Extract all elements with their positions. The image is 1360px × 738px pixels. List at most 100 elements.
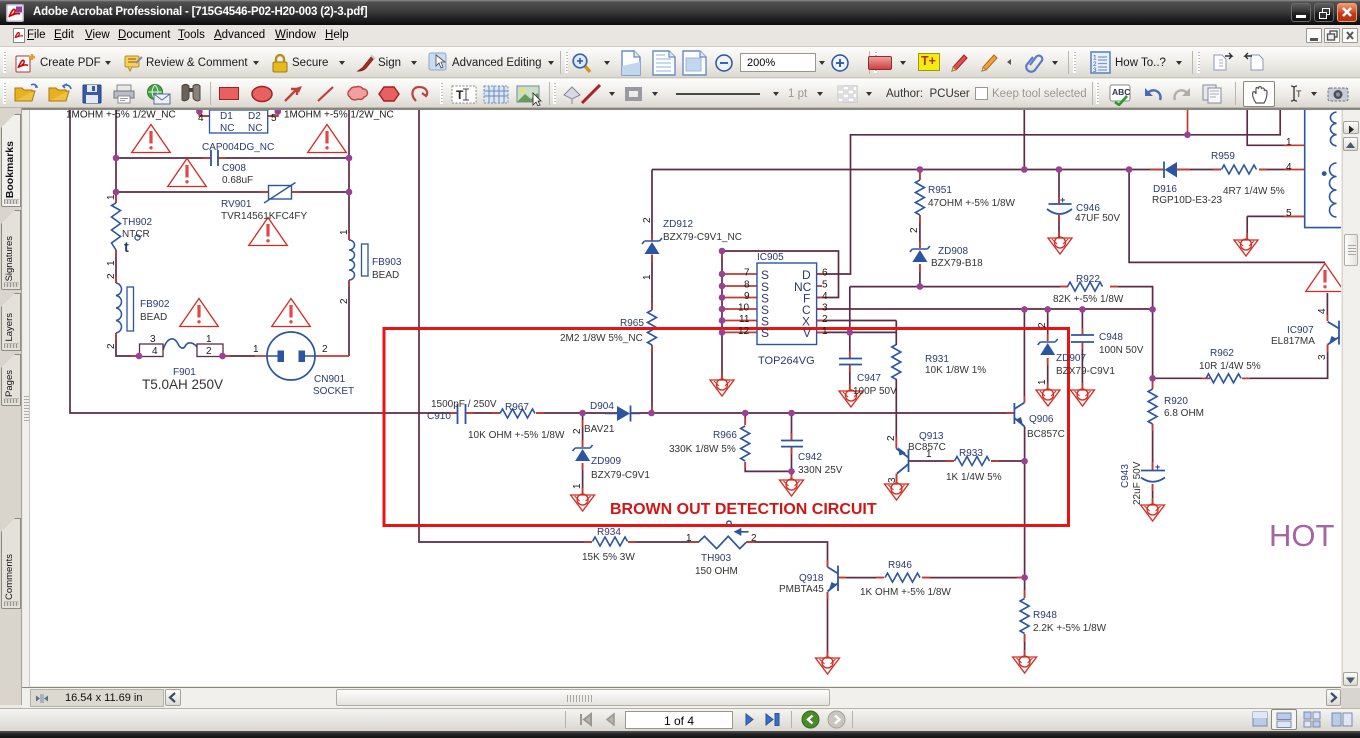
svg-text:1K OHM +-5% 1/8W: 1K OHM +-5% 1/8W bbox=[860, 587, 951, 598]
svg-text:330K 1/8W 5%: 330K 1/8W 5% bbox=[669, 444, 736, 455]
svg-text:CAP004DG_NC: CAP004DG_NC bbox=[202, 142, 274, 153]
svg-text:4: 4 bbox=[1286, 162, 1292, 173]
svg-text:ZD907: ZD907 bbox=[1056, 353, 1086, 364]
svg-text:2: 2 bbox=[822, 314, 828, 325]
svg-text:C910: C910 bbox=[427, 411, 451, 422]
svg-text:1MOHM +-5% 1/2W_NC: 1MOHM +-5% 1/2W_NC bbox=[66, 110, 176, 121]
svg-text:t: t bbox=[124, 240, 129, 256]
svg-text:3: 3 bbox=[1093, 67, 1097, 74]
svg-text:1: 1 bbox=[339, 229, 350, 235]
svg-text:BC857C: BC857C bbox=[1027, 429, 1065, 440]
svg-text:PMBTA45: PMBTA45 bbox=[779, 584, 824, 595]
svg-text:2: 2 bbox=[909, 227, 920, 233]
svg-text:D1: D1 bbox=[220, 111, 233, 122]
svg-text:T: T bbox=[1296, 89, 1302, 99]
svg-text:BEAD: BEAD bbox=[140, 312, 167, 323]
svg-text:2: 2 bbox=[106, 343, 117, 349]
svg-text:1: 1 bbox=[253, 344, 259, 355]
svg-text:TH902: TH902 bbox=[122, 217, 152, 228]
svg-text:ABC: ABC bbox=[1112, 87, 1130, 97]
svg-text:3: 3 bbox=[150, 334, 156, 345]
svg-text:BZX79-B18: BZX79-B18 bbox=[931, 258, 983, 269]
svg-text:12: 12 bbox=[738, 326, 750, 337]
svg-text:BZX79-C9V1: BZX79-C9V1 bbox=[591, 470, 650, 481]
svg-text:1500pF / 250V: 1500pF / 250V bbox=[431, 399, 497, 410]
svg-text:BEAD: BEAD bbox=[372, 270, 399, 281]
svg-text:RGP10D-E3-23: RGP10D-E3-23 bbox=[1152, 195, 1222, 206]
svg-text:4: 4 bbox=[822, 291, 828, 302]
svg-text:Q918: Q918 bbox=[799, 573, 824, 584]
svg-text:5: 5 bbox=[271, 113, 277, 124]
svg-text:NC: NC bbox=[248, 123, 262, 134]
svg-text:S: S bbox=[761, 326, 769, 340]
svg-text:1: 1 bbox=[206, 334, 212, 345]
svg-text:D904: D904 bbox=[590, 401, 614, 412]
svg-text:TH903: TH903 bbox=[701, 553, 731, 564]
svg-text:+: + bbox=[1060, 195, 1065, 205]
svg-text:10K OHM +-5% 1/8W: 10K OHM +-5% 1/8W bbox=[468, 430, 565, 441]
svg-text:2: 2 bbox=[886, 435, 897, 441]
svg-text:2: 2 bbox=[106, 273, 117, 279]
svg-text:8: 8 bbox=[744, 280, 750, 291]
svg-text:R951: R951 bbox=[928, 185, 952, 196]
svg-text:NTCR: NTCR bbox=[122, 229, 150, 240]
svg-text:EL817MA: EL817MA bbox=[1271, 336, 1315, 347]
svg-text:FB903: FB903 bbox=[372, 257, 402, 268]
svg-text:1: 1 bbox=[572, 483, 583, 489]
svg-text:10R 1/4W 5%: 10R 1/4W 5% bbox=[1199, 361, 1261, 372]
svg-text:1: 1 bbox=[1037, 379, 1048, 385]
svg-text:R920: R920 bbox=[1164, 396, 1188, 407]
svg-text:11: 11 bbox=[739, 314, 750, 325]
svg-text:C908: C908 bbox=[222, 163, 246, 174]
svg-text:10: 10 bbox=[738, 303, 750, 314]
svg-text:C943: C943 bbox=[1120, 464, 1131, 488]
svg-text:R966: R966 bbox=[713, 430, 737, 441]
svg-text:ZD909: ZD909 bbox=[591, 456, 621, 467]
svg-text:82K +-5% 1/8W: 82K +-5% 1/8W bbox=[1053, 294, 1124, 305]
svg-text:4: 4 bbox=[1317, 308, 1328, 314]
svg-text:+: + bbox=[1155, 462, 1160, 472]
svg-text:150 OHM: 150 OHM bbox=[695, 566, 738, 577]
svg-text:R934: R934 bbox=[597, 527, 621, 538]
svg-text:BAV21: BAV21 bbox=[584, 424, 615, 435]
svg-text:2M2 1/8W 5%_NC: 2M2 1/8W 5%_NC bbox=[560, 333, 643, 344]
svg-text:9: 9 bbox=[744, 291, 750, 302]
svg-text:4R7 1/4W 5%: 4R7 1/4W 5% bbox=[1223, 186, 1285, 197]
svg-text:2: 2 bbox=[206, 346, 212, 357]
svg-text:R922: R922 bbox=[1076, 274, 1100, 285]
svg-text:2: 2 bbox=[751, 533, 757, 544]
svg-text:2.2K +-5% 1/8W: 2.2K +-5% 1/8W bbox=[1033, 623, 1107, 634]
svg-text:IC907: IC907 bbox=[1287, 325, 1314, 336]
svg-text:HOT: HOT bbox=[1269, 518, 1335, 553]
svg-text:1: 1 bbox=[822, 326, 828, 337]
svg-text:2: 2 bbox=[642, 217, 653, 223]
svg-text:0.68uF: 0.68uF bbox=[222, 175, 253, 186]
svg-text:5: 5 bbox=[1286, 208, 1292, 219]
svg-text:2: 2 bbox=[572, 428, 583, 434]
svg-text:3: 3 bbox=[1317, 354, 1328, 360]
svg-text:R965: R965 bbox=[620, 318, 644, 329]
svg-text:BZX79-C9V1: BZX79-C9V1 bbox=[1056, 366, 1115, 377]
svg-text:Q906: Q906 bbox=[1029, 414, 1054, 425]
svg-text:V: V bbox=[803, 326, 811, 340]
svg-text:22uF 50V: 22uF 50V bbox=[1132, 461, 1143, 505]
svg-text:1: 1 bbox=[106, 194, 117, 200]
svg-text:3: 3 bbox=[887, 477, 898, 483]
svg-text:7: 7 bbox=[744, 268, 750, 279]
svg-text:2: 2 bbox=[1037, 322, 1048, 328]
svg-text:6.8 OHM: 6.8 OHM bbox=[1164, 408, 1204, 419]
svg-text:Q913: Q913 bbox=[919, 431, 944, 442]
svg-text:100P 50V: 100P 50V bbox=[853, 386, 897, 397]
svg-text:3: 3 bbox=[822, 303, 828, 314]
svg-text:T: T bbox=[456, 88, 464, 102]
svg-text:1: 1 bbox=[106, 260, 117, 266]
svg-text:1: 1 bbox=[1286, 137, 1292, 148]
svg-text:4: 4 bbox=[152, 346, 158, 357]
svg-text:330N 25V: 330N 25V bbox=[798, 465, 843, 476]
svg-text:T5.0AH 250V: T5.0AH 250V bbox=[142, 377, 223, 392]
svg-text:1MOHM +-5% 1/2W_NC: 1MOHM +-5% 1/2W_NC bbox=[284, 110, 394, 121]
svg-text:D2: D2 bbox=[248, 111, 261, 122]
svg-text:1: 1 bbox=[642, 274, 653, 280]
svg-text:ZD912: ZD912 bbox=[663, 219, 693, 230]
svg-text:CN901: CN901 bbox=[314, 374, 346, 385]
